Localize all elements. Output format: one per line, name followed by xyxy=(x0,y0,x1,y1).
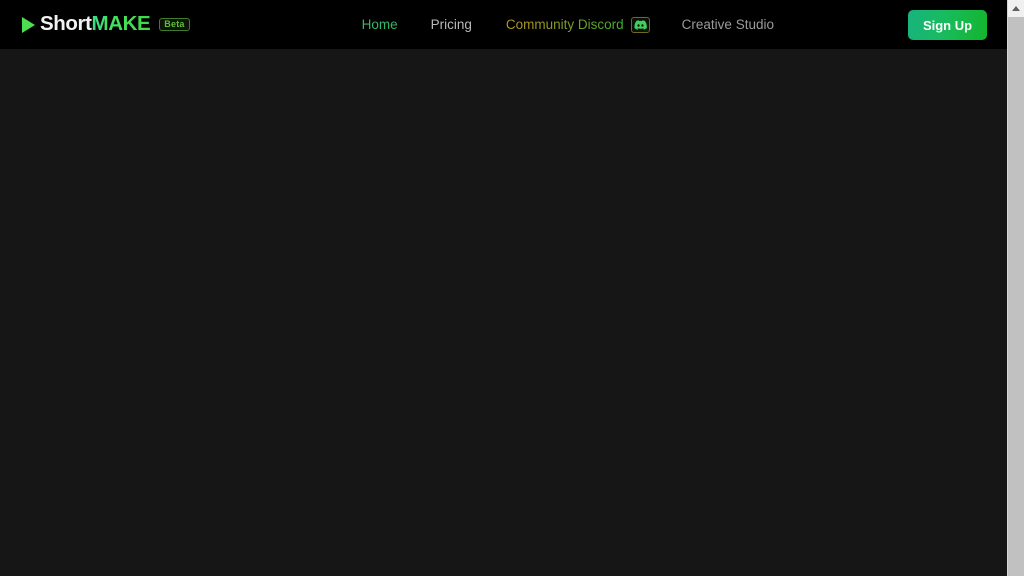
site-header: ShortMAKE Beta Home Pricing Community Di… xyxy=(0,0,1007,49)
beta-badge: Beta xyxy=(159,17,190,32)
logo-text-make: MAKE xyxy=(91,12,151,36)
logo-text-short: Short xyxy=(40,12,92,36)
nav-item-community-discord[interactable]: Community Discord xyxy=(505,16,650,33)
play-triangle-icon xyxy=(22,16,35,33)
logo-wordmark: ShortMAKE xyxy=(40,12,151,36)
sign-up-button[interactable]: Sign Up xyxy=(908,10,987,40)
site-logo[interactable]: ShortMAKE Beta xyxy=(22,14,190,35)
scrollbar-track[interactable] xyxy=(1008,17,1024,576)
scrollbar-thumb[interactable] xyxy=(1008,17,1024,576)
scroll-up-arrow-icon xyxy=(1012,6,1020,11)
scrollbar-up-button[interactable] xyxy=(1008,0,1024,17)
discord-icon xyxy=(630,16,650,33)
main-navigation: Home Pricing Community Discord Creative … xyxy=(362,16,774,33)
vertical-scrollbar[interactable] xyxy=(1007,0,1024,576)
nav-item-pricing[interactable]: Pricing xyxy=(431,18,472,32)
nav-item-home[interactable]: Home xyxy=(362,18,398,32)
page-content-area xyxy=(0,49,1007,576)
page-viewport: ShortMAKE Beta Home Pricing Community Di… xyxy=(0,0,1007,576)
nav-item-creative-studio[interactable]: Creative Studio xyxy=(682,18,774,32)
nav-item-community-discord-label: Community Discord xyxy=(505,17,624,32)
browser-page: ShortMAKE Beta Home Pricing Community Di… xyxy=(0,0,1024,576)
